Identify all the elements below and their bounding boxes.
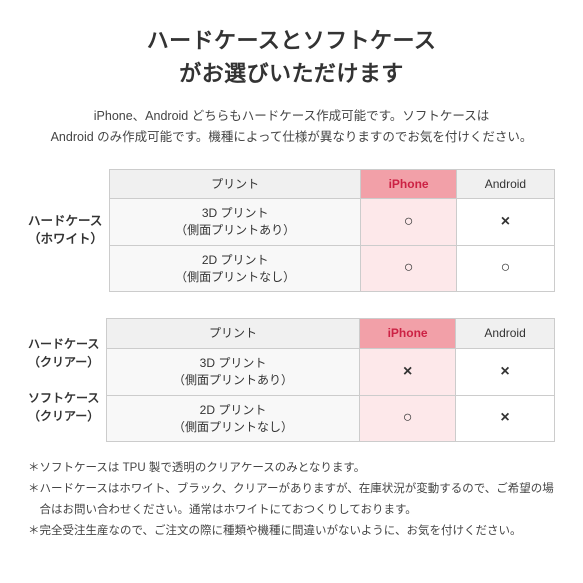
print-type-label: 2D プリント（側面プリントなし） <box>107 395 360 442</box>
circle-mark: ○ <box>404 213 414 230</box>
note-2: ＊ハードケースはホワイト、ブラック、クリアーがありますが、在庫状況が変動するので… <box>28 479 555 520</box>
print-type-label: 2D プリント（側面プリントなし） <box>110 245 361 292</box>
android-cell: × <box>456 349 555 396</box>
cross-mark: × <box>501 213 510 230</box>
table-hard-clear: プリント iPhone Android 3D プリント（側面プリントあり） × … <box>106 318 555 442</box>
col-header-android-2: Android <box>456 319 555 349</box>
table-row: 2D プリント（側面プリントなし） ○ × <box>107 395 555 442</box>
main-container: ハードケースとソフトケース がお選びいただけます iPhone、Android … <box>0 0 583 561</box>
section-hard-white: ハードケース （ホワイト） プリント iPhone Android 3D プリン… <box>28 169 555 293</box>
circle-mark: ○ <box>403 409 413 426</box>
iphone-cell: ○ <box>360 395 456 442</box>
col-header-iphone-1: iPhone <box>361 169 456 199</box>
android-cell: × <box>456 199 554 246</box>
note-3: ＊完全受注生産なので、ご注文の際に種類や機種に間違いがないように、お気を付けくだ… <box>28 521 555 542</box>
circle-mark: ○ <box>404 259 414 276</box>
col-header-iphone-2: iPhone <box>360 319 456 349</box>
android-cell: ○ <box>456 245 554 292</box>
print-type-label: 3D プリント（側面プリントあり） <box>110 199 361 246</box>
cross-mark: × <box>500 409 509 426</box>
subtitle-text: iPhone、Android どちらもハードケース作成可能です。ソフトケースは … <box>28 106 555 149</box>
android-cell: × <box>456 395 555 442</box>
iphone-cell: ○ <box>361 199 456 246</box>
table-row: 3D プリント（側面プリントあり） ○ × <box>110 199 555 246</box>
col-header-print-1: プリント <box>110 169 361 199</box>
col-header-android-1: Android <box>456 169 554 199</box>
table-row: 3D プリント（側面プリントあり） × × <box>107 349 555 396</box>
print-type-label: 3D プリント（側面プリントあり） <box>107 349 360 396</box>
note-1: ＊ソフトケースは TPU 製で透明のクリアケースのみとなります。 <box>28 458 555 479</box>
row-header-hard-clear: ハードケース （クリアー） ソフトケース （クリアー） <box>28 318 106 442</box>
circle-mark: ○ <box>501 259 511 276</box>
notes-section: ＊ソフトケースは TPU 製で透明のクリアケースのみとなります。 ＊ハードケース… <box>28 458 555 541</box>
col-header-print-2: プリント <box>107 319 360 349</box>
cross-mark: × <box>500 363 509 380</box>
cross-mark: × <box>403 363 412 380</box>
row-header-hard-white: ハードケース （ホワイト） <box>28 169 109 293</box>
page-title: ハードケースとソフトケース がお選びいただけます <box>28 24 555 90</box>
table-row: 2D プリント（側面プリントなし） ○ ○ <box>110 245 555 292</box>
iphone-cell: ○ <box>361 245 456 292</box>
table-hard-white: プリント iPhone Android 3D プリント（側面プリントあり） ○ … <box>109 169 555 293</box>
iphone-cell: × <box>360 349 456 396</box>
section-hard-clear: ハードケース （クリアー） ソフトケース （クリアー） プリント iPhone … <box>28 318 555 442</box>
